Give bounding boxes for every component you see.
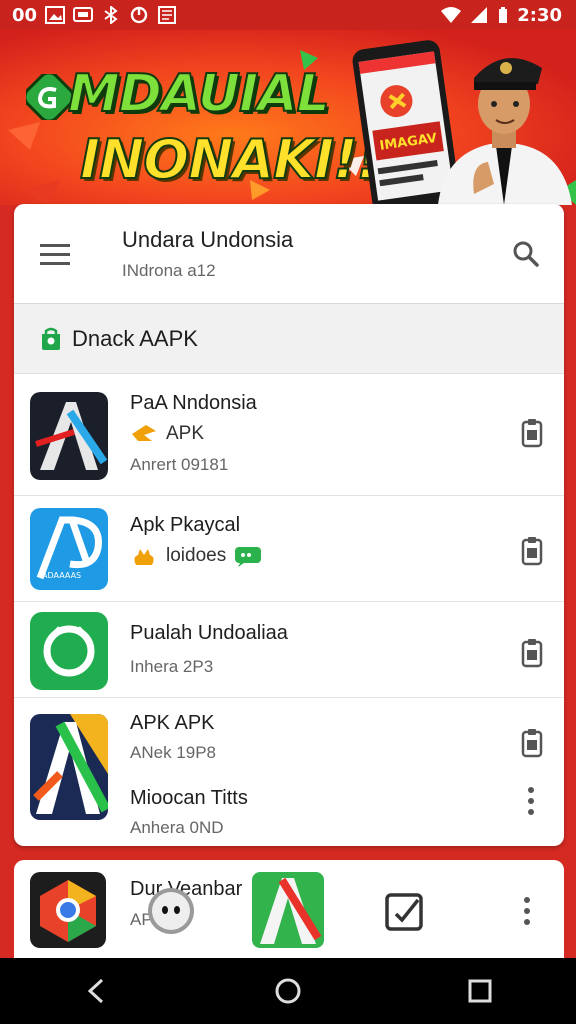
app-a-dark-icon [30, 392, 108, 480]
recents-button[interactable] [460, 971, 500, 1011]
app-title: Apk Pkaycal [130, 514, 241, 536]
message-icon [73, 7, 94, 22]
home-circle-icon [275, 978, 301, 1004]
home-button[interactable] [268, 971, 308, 1011]
app-title: APK APK [130, 712, 215, 734]
back-icon [87, 978, 104, 1004]
bluetooth-icon [104, 6, 118, 24]
assistant-face-icon[interactable] [146, 886, 196, 936]
app-extra-meta: Anhera 0ND [130, 818, 224, 837]
section-label: Dnack AAPK [72, 325, 198, 351]
app-bar: Undara Undonsia INdrona a12 [14, 204, 564, 304]
list-item[interactable]: Pualah Undoaliaa Inhera 2P3 [14, 602, 564, 698]
status-time: 2:30 [517, 4, 562, 26]
app-meta: ANek 19P8 [130, 743, 216, 762]
chat-badge-icon [235, 547, 262, 567]
promo-banner[interactable]: MDAUIAL INONAKI!! IMAGAV [0, 30, 576, 205]
chrome-app-icon [30, 872, 106, 948]
section-header: Dnack AAPK [14, 304, 564, 374]
app-subtitle: APK [166, 423, 205, 444]
app-icon [158, 6, 177, 24]
back-button[interactable] [76, 971, 116, 1011]
status-bar: 00 2:30 [0, 0, 576, 30]
app-title: Pualah Undoaliaa [130, 622, 288, 644]
more-vertical-icon[interactable] [526, 786, 536, 816]
battery-icon [499, 7, 508, 23]
status-left-text: 00 [12, 4, 38, 26]
sync-icon [130, 6, 148, 24]
bottom-app-card[interactable]: Dur Veanbar AP 3 [14, 860, 564, 958]
banner-logo-icon [26, 74, 72, 120]
recents-square-icon [468, 979, 492, 1003]
clipboard-icon[interactable] [520, 638, 544, 668]
page-title: Undara Undonsia [122, 226, 294, 252]
clipboard-icon[interactable] [520, 728, 544, 758]
pilot-person-illustration [438, 58, 572, 205]
page-subtitle: INdrona a12 [122, 260, 216, 280]
image-icon [45, 6, 66, 24]
search-icon[interactable] [512, 240, 540, 268]
list-item[interactable]: APK APK ANek 19P8 Mioocan Titts Anhera 0… [14, 698, 564, 846]
app-subtitle: loidoes [166, 545, 227, 566]
app-green-circle-icon [30, 612, 108, 690]
arrow-badge-icon [132, 425, 156, 441]
app-list-card: Undara Undonsia INdrona a12 Dnack AAPK P… [14, 204, 564, 846]
hamburger-menu-icon[interactable] [40, 242, 72, 266]
system-nav-bar [0, 958, 576, 1024]
store-bag-icon [42, 327, 60, 350]
clipboard-icon[interactable] [520, 536, 544, 566]
app-title: PaA Nndonsia [130, 392, 257, 414]
clipboard-icon[interactable] [520, 418, 544, 448]
hand-icon [134, 549, 154, 565]
banner-headline-line1: MDAUIAL [67, 63, 331, 125]
app-meta: Anrert 09181 [130, 455, 229, 474]
signal-icon [471, 7, 488, 23]
list-item[interactable]: PaA Nndonsia APK Anrert 09181 [14, 374, 564, 496]
app-a-blue-icon: ADAAAAS [30, 508, 108, 590]
svg-text:ADAAAAS: ADAAAAS [42, 571, 81, 580]
app-a-multicolor-icon [30, 714, 108, 820]
wifi-icon [441, 7, 462, 23]
more-vertical-icon[interactable] [522, 896, 532, 926]
app-extra-title: Mioocan Titts [130, 787, 248, 809]
app-a-green-icon [252, 872, 324, 948]
banner-headline-line2: INONAKI!! [79, 127, 382, 192]
edit-square-icon[interactable] [384, 892, 424, 932]
app-meta: Inhera 2P3 [130, 657, 214, 676]
list-item[interactable]: ADAAAAS Apk Pkaycal loidoes [14, 496, 564, 602]
